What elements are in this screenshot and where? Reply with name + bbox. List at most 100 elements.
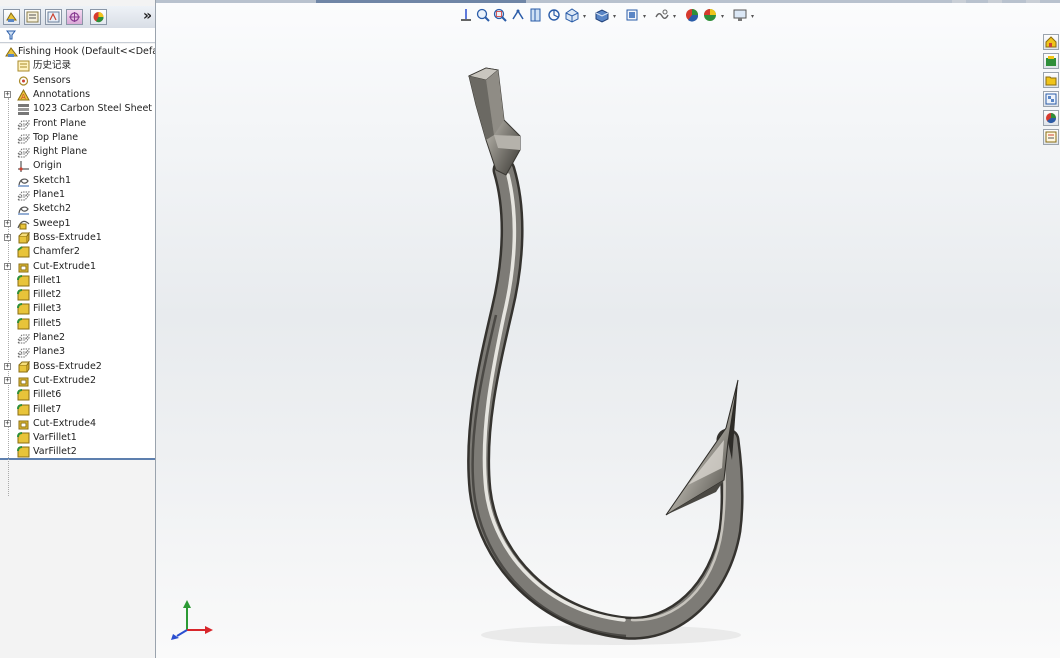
zoom-to-fit-icon[interactable] xyxy=(475,7,491,23)
tree-item[interactable]: VarFillet2 xyxy=(0,445,155,459)
configurationmanager-tab[interactable] xyxy=(45,9,62,25)
tree-item[interactable]: Plane2 xyxy=(0,331,155,345)
cut-extrude-icon xyxy=(18,263,29,272)
display-manager-icon xyxy=(93,12,104,23)
tree-item[interactable]: Fillet3 xyxy=(0,302,155,316)
tree-item[interactable]: Chamfer2 xyxy=(0,245,155,259)
chevron-down-icon[interactable]: ▾ xyxy=(613,13,616,20)
more-tabs-button[interactable]: » xyxy=(143,8,152,24)
tree-item-label: Fillet3 xyxy=(33,303,62,315)
view-orientation-icon[interactable] xyxy=(458,7,474,23)
hide-show-items-icon[interactable] xyxy=(624,7,640,23)
view-settings-icon[interactable] xyxy=(702,7,718,23)
tree-item[interactable]: Sensors xyxy=(0,74,155,88)
propertymanager-tab[interactable] xyxy=(24,9,41,25)
tree-item-label: Fishing Hook (Default<<Defa xyxy=(18,46,156,57)
plane-icon xyxy=(17,148,30,158)
chevron-down-icon[interactable]: ▾ xyxy=(721,13,724,20)
display-style-icon[interactable] xyxy=(594,7,610,23)
feature-tree: Fishing Hook (Default<<Defa 历史记录 Sensors + A… xyxy=(0,44,155,496)
file-explorer-tab[interactable] xyxy=(1043,72,1059,88)
heads-up-view-toolbar: ▾ ▾ ▾ ▾ ▾ ▾ xyxy=(456,7,766,25)
tree-item-label: Fillet5 xyxy=(33,317,62,329)
tree-item-label: Sensors xyxy=(33,74,71,86)
tree-item[interactable]: Top Plane xyxy=(0,131,155,145)
tree-item[interactable]: + Sweep1 xyxy=(0,217,155,231)
tree-item[interactable]: Front Plane xyxy=(0,117,155,131)
monitor-settings-icon[interactable] xyxy=(732,7,748,23)
tree-item-label: Sketch1 xyxy=(33,174,72,186)
tree-item[interactable]: + Boss-Extrude1 xyxy=(0,231,155,245)
view-orientation-dropdown-icon[interactable] xyxy=(564,7,580,23)
expand-toggle[interactable]: + xyxy=(4,362,11,370)
tree-item[interactable]: Right Plane xyxy=(0,145,155,159)
expand-toggle[interactable]: + xyxy=(4,219,11,227)
tree-item[interactable]: 1023 Carbon Steel Sheet ( xyxy=(0,102,155,116)
fillet-icon xyxy=(17,403,30,415)
tree-item-label: Cut-Extrude1 xyxy=(33,260,97,272)
tree-item[interactable]: + A Annotations xyxy=(0,88,155,102)
fillet-icon xyxy=(17,317,30,330)
file-explorer-icon xyxy=(1045,76,1057,86)
tree-item[interactable]: Fillet6 xyxy=(0,388,155,402)
tree-item[interactable]: Sketch1 xyxy=(0,174,155,188)
dynamic-annotation-icon[interactable] xyxy=(546,7,562,23)
tree-item[interactable]: Fillet5 xyxy=(0,317,155,331)
solidworks-resources-tab[interactable] xyxy=(1043,34,1059,50)
tree-filter[interactable] xyxy=(0,28,155,43)
close-button[interactable] xyxy=(1026,0,1040,3)
tree-item[interactable]: + Cut-Extrude2 xyxy=(0,374,155,388)
chevron-down-icon[interactable]: ▾ xyxy=(643,13,646,20)
expand-toggle[interactable]: + xyxy=(4,90,11,98)
expand-toggle[interactable]: + xyxy=(4,376,11,384)
featuremanager-tab[interactable] xyxy=(3,9,20,25)
tree-item[interactable]: Origin xyxy=(0,159,155,173)
tree-item[interactable]: Sketch2 xyxy=(0,202,155,216)
chevron-down-icon[interactable]: ▾ xyxy=(583,13,586,20)
task-pane xyxy=(1042,34,1060,150)
tree-item[interactable]: Plane3 xyxy=(0,345,155,359)
plane-icon xyxy=(17,134,30,144)
apply-scene-icon[interactable] xyxy=(684,7,700,23)
sweep-icon xyxy=(17,220,30,230)
custom-properties-tab[interactable] xyxy=(1043,129,1059,145)
graphics-area[interactable]: ▾ ▾ ▾ ▾ ▾ ▾ xyxy=(156,0,1060,658)
zoom-to-area-icon[interactable] xyxy=(492,7,508,23)
section-view-icon[interactable] xyxy=(528,7,544,23)
tree-item[interactable]: Fillet1 xyxy=(0,274,155,288)
tree-item-label: 1023 Carbon Steel Sheet ( xyxy=(33,103,156,115)
tree-item[interactable]: + Boss-Extrude2 xyxy=(0,360,155,374)
tree-item-label: VarFillet1 xyxy=(33,432,77,444)
tree-item-label: 历史记录 xyxy=(33,60,72,72)
tree-item-label: Top Plane xyxy=(33,131,79,143)
svg-text:A: A xyxy=(21,93,26,101)
tree-item[interactable]: VarFillet1 xyxy=(0,431,155,445)
tree-item[interactable]: + Cut-Extrude1 xyxy=(0,260,155,274)
fillet-icon xyxy=(17,289,30,301)
maximize-button[interactable] xyxy=(988,0,1002,3)
dimxpert-tab[interactable] xyxy=(66,9,83,25)
chevron-down-icon[interactable]: ▾ xyxy=(673,13,676,20)
tree-item[interactable]: Fillet7 xyxy=(0,403,155,417)
tree-item[interactable]: Fishing Hook (Default<<Defa xyxy=(0,45,155,59)
tree-item[interactable]: Plane1 xyxy=(0,188,155,202)
chevron-down-icon[interactable]: ▾ xyxy=(751,13,754,20)
top-window-edge xyxy=(156,0,1060,3)
history-icon xyxy=(17,60,30,72)
expand-toggle[interactable]: + xyxy=(4,419,11,427)
appearances-scenes-tab[interactable] xyxy=(1043,110,1059,126)
tree-item[interactable]: Fillet2 xyxy=(0,288,155,302)
tree-item[interactable]: 历史记录 xyxy=(0,59,155,73)
fishing-hook-model[interactable] xyxy=(436,60,776,650)
expand-toggle[interactable]: + xyxy=(4,233,11,241)
restore-button[interactable] xyxy=(952,0,966,3)
previous-view-icon[interactable] xyxy=(510,7,526,23)
tree-item[interactable]: + Cut-Extrude4 xyxy=(0,417,155,431)
expand-toggle[interactable]: + xyxy=(4,262,11,270)
edit-appearance-icon[interactable] xyxy=(654,7,670,23)
display-manager-tab[interactable] xyxy=(90,9,107,25)
fillet-icon xyxy=(17,432,30,444)
design-library-tab[interactable] xyxy=(1043,53,1059,69)
view-palette-tab[interactable] xyxy=(1043,91,1059,107)
tree-item-label: Plane3 xyxy=(33,346,66,358)
